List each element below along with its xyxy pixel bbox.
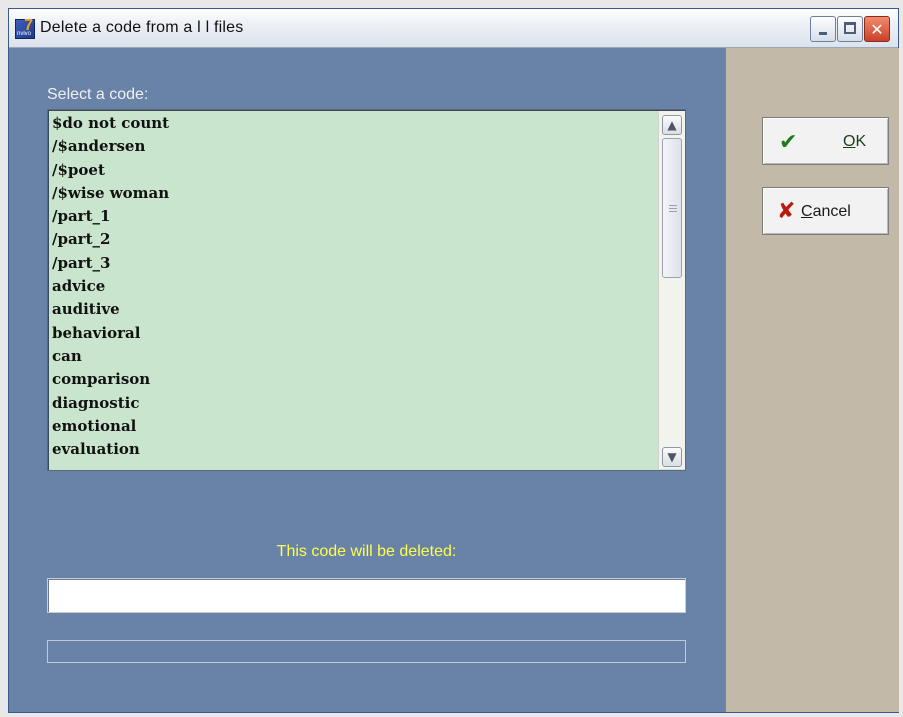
- selected-code-field[interactable]: [47, 578, 686, 613]
- close-button[interactable]: ✕: [864, 16, 890, 42]
- progress-bar: [47, 640, 686, 663]
- app-icon-glyph: 7: [24, 17, 33, 34]
- scrollbar-thumb[interactable]: [662, 138, 682, 278]
- code-list[interactable]: $do not count/$andersen/$poet/$wise woma…: [52, 114, 654, 463]
- ok-button[interactable]: ✔ OK: [762, 117, 889, 165]
- code-list-item[interactable]: can: [52, 347, 654, 370]
- code-list-item[interactable]: /part_3: [52, 254, 654, 277]
- select-code-label: Select a code:: [47, 86, 149, 103]
- minimize-icon: [819, 32, 827, 35]
- cancel-label: Cancel: [801, 203, 851, 220]
- minimize-button[interactable]: [810, 16, 836, 42]
- code-list-item[interactable]: emotional: [52, 417, 654, 440]
- vertical-scrollbar[interactable]: ▲ ▼: [658, 111, 685, 469]
- code-listbox[interactable]: $do not count/$andersen/$poet/$wise woma…: [47, 109, 686, 471]
- window-title: Delete a code from a l l files: [40, 19, 244, 36]
- grip-icon: [669, 205, 677, 212]
- code-list-item[interactable]: behavioral: [52, 324, 654, 347]
- scroll-down-button[interactable]: ▼: [662, 447, 682, 467]
- code-list-item[interactable]: /part_2: [52, 230, 654, 253]
- cancel-button[interactable]: ✘ Cancel: [762, 187, 889, 235]
- title-bar[interactable]: nvivo 7 Delete a code from a l l files ✕: [9, 9, 898, 48]
- x-icon: ✘: [777, 199, 796, 224]
- code-list-item[interactable]: /$andersen: [52, 137, 654, 160]
- code-list-item[interactable]: /$wise woman: [52, 184, 654, 207]
- delete-caption: This code will be deleted:: [276, 543, 457, 560]
- code-list-item[interactable]: /part_1: [52, 207, 654, 230]
- code-list-item[interactable]: diagnostic: [52, 394, 654, 417]
- close-icon: ✕: [870, 19, 884, 39]
- app-icon[interactable]: nvivo 7: [15, 17, 35, 39]
- chevron-up-icon: ▲: [667, 118, 677, 132]
- code-list-item[interactable]: /$poet: [52, 161, 654, 184]
- ok-label: OK: [843, 133, 867, 150]
- code-list-item[interactable]: auditive: [52, 300, 654, 323]
- chevron-down-icon: ▼: [667, 450, 677, 464]
- code-list-item[interactable]: evaluation: [52, 440, 654, 463]
- code-list-item[interactable]: $do not count: [52, 114, 654, 137]
- maximize-icon: [844, 22, 856, 34]
- code-list-item[interactable]: advice: [52, 277, 654, 300]
- maximize-button[interactable]: [837, 16, 863, 42]
- dialog-window: nvivo 7 Delete a code from a l l files ✕…: [8, 8, 899, 713]
- code-list-item[interactable]: comparison: [52, 370, 654, 393]
- scroll-up-button[interactable]: ▲: [662, 115, 682, 135]
- button-panel: ✔ OK ✘ Cancel: [725, 48, 899, 712]
- checkmark-icon: ✔: [779, 130, 798, 155]
